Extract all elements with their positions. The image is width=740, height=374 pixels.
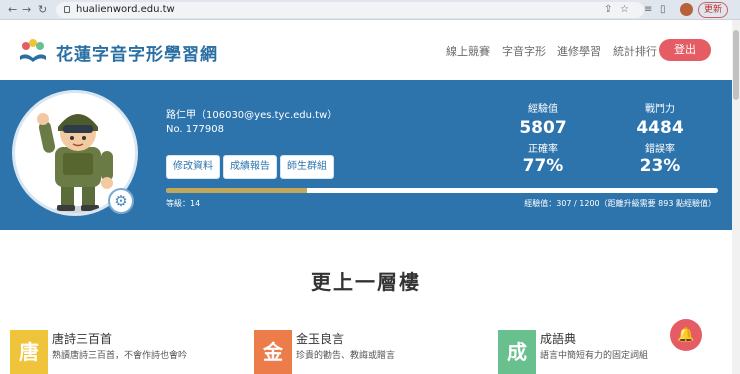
accuracy-label: 正確率: [528, 144, 558, 155]
card-golden-words[interactable]: 金 金玉良言 珍貴的勸告、教誨或贈言: [254, 326, 484, 374]
exp-value: 5807: [519, 118, 567, 138]
site-header: 花蓮字音字形學習網 線上競賽 字音字形 進修學習 統計排行 登出: [0, 20, 732, 80]
lock-icon: [64, 6, 70, 13]
star-icon[interactable]: ☆: [620, 3, 629, 17]
card-desc: 語言中簡短有力的固定詞組: [540, 351, 649, 361]
reload-icon[interactable]: ↻: [38, 3, 47, 17]
menu-statistics-ranking[interactable]: 統計排行: [613, 43, 657, 59]
back-icon[interactable]: ←: [8, 3, 17, 17]
card-desc: 珍貴的勸告、教誨或贈言: [296, 351, 396, 361]
power-label: 戰鬥力: [645, 104, 675, 115]
site-brand[interactable]: 花蓮字音字形學習網: [56, 40, 218, 65]
browser-chrome: ← → ↻ hualienword.edu.tw ⇪ ☆ ≡ ▯ 更新: [0, 0, 740, 20]
notification-bell-icon[interactable]: 🔔: [670, 319, 702, 351]
exp-progress-bar: [166, 188, 718, 193]
profile-avatar-icon[interactable]: [680, 3, 693, 16]
profile-band: ⚙ 路仁甲（106030@yes.tyc.edu.tw） No. 177908 …: [0, 80, 732, 230]
settings-gear-icon[interactable]: ⚙: [108, 188, 134, 214]
menu-advanced-learning[interactable]: 進修學習: [557, 43, 601, 59]
forward-icon[interactable]: →: [22, 3, 31, 17]
exp-detail-text: 經驗值：307 / 1200（距離升級需要 893 點經驗值）: [524, 199, 716, 208]
exp-progress-fill: [166, 188, 308, 193]
card-title[interactable]: 成語典: [540, 330, 576, 347]
logout-button[interactable]: 登出: [659, 39, 711, 61]
user-number: No. 177908: [166, 124, 224, 135]
user-email: 路仁甲（106030@yes.tyc.edu.tw）: [166, 110, 338, 121]
url-text: hualienword.edu.tw: [76, 4, 175, 15]
page-scrollbar[interactable]: [732, 20, 740, 374]
scrollbar-thumb[interactable]: [733, 30, 739, 100]
level-text: 等級：14: [166, 199, 201, 208]
score-report-button[interactable]: 成績報告: [223, 155, 277, 179]
address-bar[interactable]: hualienword.edu.tw: [56, 2, 644, 18]
edit-profile-button[interactable]: 修改資料: [166, 155, 220, 179]
update-button[interactable]: 更新: [698, 2, 728, 18]
card-title[interactable]: 金玉良言: [296, 330, 344, 347]
share-icon[interactable]: ⇪: [604, 3, 612, 17]
accuracy-value: 77%: [522, 156, 564, 176]
error-value: 23%: [639, 156, 681, 176]
tang-icon: 唐: [10, 330, 48, 374]
sidepanel-icon[interactable]: ▯: [660, 3, 666, 17]
book-logo-icon[interactable]: [18, 38, 48, 64]
gold-icon: 金: [254, 330, 292, 374]
power-value: 4484: [636, 118, 684, 138]
card-desc: 熟讀唐詩三百首，不會作詩也會吟: [52, 351, 188, 361]
error-label: 錯誤率: [645, 144, 675, 155]
card-title[interactable]: 唐詩三百首: [52, 330, 112, 347]
reading-list-icon[interactable]: ≡: [644, 3, 652, 17]
class-group-button[interactable]: 師生群組: [280, 155, 334, 179]
menu-online-contest[interactable]: 線上競賽: [446, 43, 490, 59]
menu-char-sound-form[interactable]: 字音字形: [502, 43, 546, 59]
section-title: 更上一層樓: [311, 270, 421, 294]
idiom-icon: 成: [498, 330, 536, 374]
exp-label: 經驗值: [528, 104, 558, 115]
card-tang-poems[interactable]: 唐 唐詩三百首 熟讀唐詩三百首，不會作詩也會吟: [10, 326, 240, 374]
